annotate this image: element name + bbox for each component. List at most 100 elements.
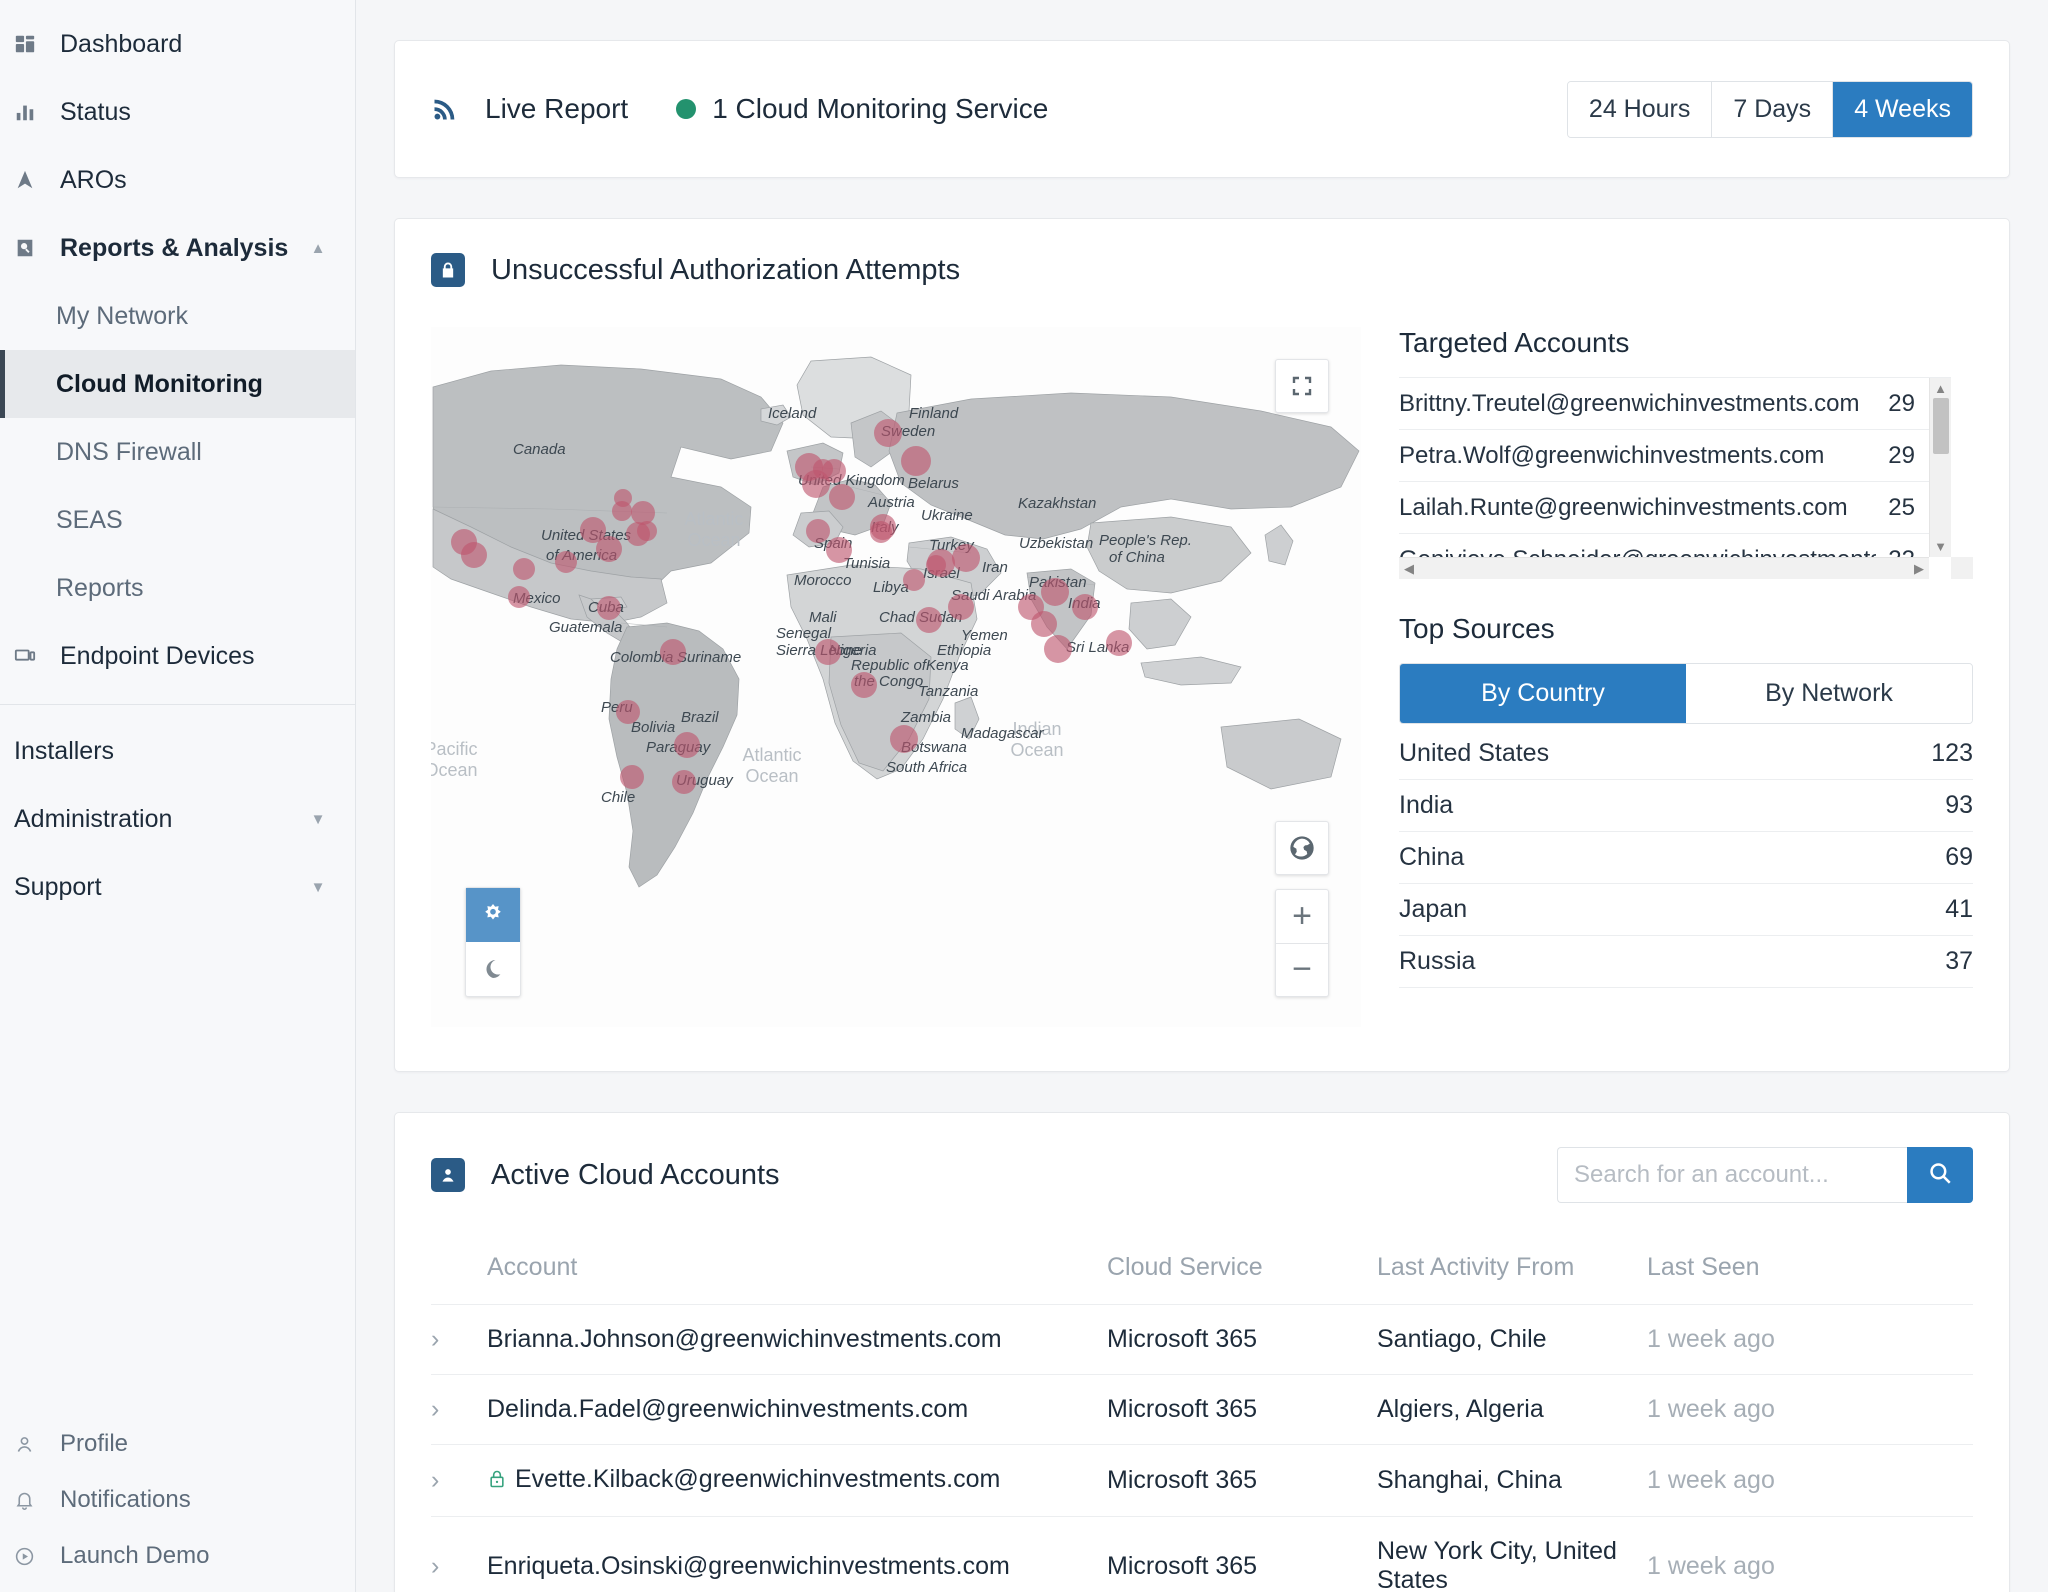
top-source-row[interactable]: China 69 xyxy=(1399,832,1973,884)
map-marker[interactable] xyxy=(660,639,686,665)
map-marker[interactable] xyxy=(952,544,980,572)
targeted-account-row[interactable]: Lailah.Runte@greenwichinvestments.com 25 xyxy=(1399,482,1951,534)
targeted-account-row[interactable]: Brittny.Treutel@greenwichinvestments.com… xyxy=(1399,378,1951,430)
map-marker[interactable] xyxy=(620,765,644,789)
sidebar-item-endpoint-devices[interactable]: Endpoint Devices xyxy=(0,622,355,690)
targeted-account-row[interactable]: Genivieve.Schneider@greenwichinvestments… xyxy=(1399,534,1951,558)
time-range-24-hours[interactable]: 24 Hours xyxy=(1567,81,1713,137)
map-marker[interactable] xyxy=(513,558,535,580)
map-marker[interactable] xyxy=(870,521,892,543)
map-marker[interactable] xyxy=(616,700,640,724)
chevron-down-icon[interactable]: ▼ xyxy=(303,811,333,828)
time-range-7-days[interactable]: 7 Days xyxy=(1712,81,1834,137)
world-map[interactable]: Atlantic Ocean Atlantic Ocean Indian Ocean … xyxy=(431,327,1361,1027)
map-marker[interactable] xyxy=(612,501,632,521)
map-marker[interactable] xyxy=(508,586,530,608)
chevron-right-icon[interactable]: › xyxy=(431,1325,477,1354)
sidebar-subitem-dns-firewall[interactable]: DNS Firewall xyxy=(0,418,355,486)
row-cloud-service: Microsoft 365 xyxy=(1107,1516,1377,1592)
sidebar-item-label: Reports & Analysis xyxy=(60,233,289,262)
sidebar-item-launch-demo[interactable]: Launch Demo xyxy=(0,1528,355,1584)
top-source-row[interactable]: Russia 37 xyxy=(1399,936,1973,988)
sidebar-item-dashboard[interactable]: Dashboard xyxy=(0,10,355,78)
top-source-name: Japan xyxy=(1399,895,1468,923)
targeted-account-row[interactable]: Petra.Wolf@greenwichinvestments.com 29 xyxy=(1399,430,1951,482)
sidebar-subitem-my-network[interactable]: My Network xyxy=(0,282,355,350)
map-marker[interactable] xyxy=(637,521,657,541)
sidebar-subitem-cloud-monitoring[interactable]: Cloud Monitoring xyxy=(0,350,355,418)
chevron-down-icon[interactable]: ▼ xyxy=(303,879,333,896)
active-cloud-accounts-card: Active Cloud Accounts Account Cloud Serv… xyxy=(394,1112,2010,1592)
top-source-row[interactable]: India 93 xyxy=(1399,780,1973,832)
map-marker[interactable] xyxy=(851,672,877,698)
map-marker[interactable] xyxy=(829,484,855,510)
search-input[interactable] xyxy=(1557,1147,1907,1203)
sidebar-item-notifications[interactable]: Notifications xyxy=(0,1472,355,1528)
table-row[interactable]: › Delinda.Fadel@greenwichinvestments.com M… xyxy=(431,1374,1973,1445)
map-marker[interactable] xyxy=(1106,630,1132,656)
map-marker[interactable] xyxy=(597,596,621,620)
scroll-left-arrow[interactable]: ◀ xyxy=(1404,561,1414,577)
horizontal-scrollbar[interactable]: ◀ ▶ xyxy=(1399,557,1929,579)
map-marker[interactable] xyxy=(901,446,931,476)
fullscreen-icon[interactable] xyxy=(1275,359,1329,413)
scrollbar-thumb[interactable] xyxy=(1933,398,1949,454)
top-source-row[interactable]: Japan 41 xyxy=(1399,884,1973,936)
map-marker[interactable] xyxy=(461,542,487,568)
tab-by-network[interactable]: By Network xyxy=(1686,664,1972,723)
map-marker[interactable] xyxy=(1044,635,1072,663)
moon-icon[interactable] xyxy=(466,942,520,996)
map-marker[interactable] xyxy=(1041,578,1069,606)
live-report-header: Live Report 1 Cloud Monitoring Service 2… xyxy=(394,40,2010,178)
table-row[interactable]: › Brianna.Johnson@greenwichinvestments.co… xyxy=(431,1304,1973,1375)
vertical-scrollbar[interactable]: ▲ ▼ xyxy=(1929,378,1951,557)
time-range-4-weeks[interactable]: 4 Weeks xyxy=(1833,81,1972,137)
targeted-accounts-list[interactable]: Brittny.Treutel@greenwichinvestments.com… xyxy=(1399,377,1951,557)
map-marker[interactable] xyxy=(926,555,946,575)
map-marker[interactable] xyxy=(806,519,830,543)
search-button[interactable] xyxy=(1907,1147,1973,1203)
sidebar-item-profile[interactable]: Profile xyxy=(0,1416,355,1472)
map-marker[interactable] xyxy=(874,419,902,447)
scroll-up-arrow[interactable]: ▲ xyxy=(1934,381,1947,396)
map-marker[interactable] xyxy=(1031,611,1057,637)
table-row[interactable]: › Enriqueta.Osinski@greenwichinvestments.… xyxy=(431,1516,1973,1592)
top-source-row[interactable]: United States 123 xyxy=(1399,728,1973,780)
tab-by-country[interactable]: By Country xyxy=(1400,664,1686,723)
map-marker[interactable] xyxy=(815,639,841,665)
map-marker[interactable] xyxy=(916,607,942,633)
map-marker[interactable] xyxy=(555,551,577,573)
sidebar-subitem-seas[interactable]: SEAS xyxy=(0,486,355,554)
scroll-right-arrow[interactable]: ▶ xyxy=(1914,561,1924,577)
map-marker[interactable] xyxy=(1072,594,1098,620)
chevron-right-icon[interactable]: › xyxy=(431,1395,477,1424)
map-marker[interactable] xyxy=(674,732,700,758)
map-marker[interactable] xyxy=(672,770,696,794)
map-marker[interactable] xyxy=(596,536,622,562)
sidebar-item-support[interactable]: Support ▼ xyxy=(0,853,355,921)
table-row[interactable]: › Evette.Kilback@greenwichinvestments.com… xyxy=(431,1444,1973,1517)
globe-icon[interactable] xyxy=(1275,821,1329,875)
sidebar-subitem-reports[interactable]: Reports xyxy=(0,554,355,622)
row-cloud-service: Microsoft 365 xyxy=(1107,1374,1377,1445)
zoom-out-button[interactable]: − xyxy=(1276,944,1328,997)
sidebar-item-aros[interactable]: AROs xyxy=(0,146,355,214)
sidebar-item-installers[interactable]: Installers xyxy=(0,717,355,785)
map-marker[interactable] xyxy=(948,594,974,620)
sidebar-item-reports-and-analysis[interactable]: Reports & Analysis ▲ xyxy=(0,214,355,282)
chevron-up-icon[interactable]: ▲ xyxy=(303,240,333,257)
sidebar-item-status[interactable]: Status xyxy=(0,78,355,146)
sidebar-subitem-label: My Network xyxy=(56,301,188,330)
map-marker[interactable] xyxy=(802,470,830,498)
sidebar-item-administration[interactable]: Administration ▼ xyxy=(0,785,355,853)
targeted-account-count: 22 xyxy=(1888,546,1915,558)
chevron-right-icon[interactable]: › xyxy=(431,1552,477,1581)
map-marker[interactable] xyxy=(903,569,925,591)
chevron-right-icon[interactable]: › xyxy=(431,1466,477,1495)
map-marker[interactable] xyxy=(890,725,918,753)
map-marker[interactable] xyxy=(826,537,852,563)
zoom-in-button[interactable]: + xyxy=(1276,890,1328,944)
row-account-email: Evette.Kilback@greenwichinvestments.com xyxy=(515,1465,1001,1493)
sun-icon[interactable] xyxy=(466,888,520,942)
scroll-down-arrow[interactable]: ▼ xyxy=(1934,539,1947,554)
